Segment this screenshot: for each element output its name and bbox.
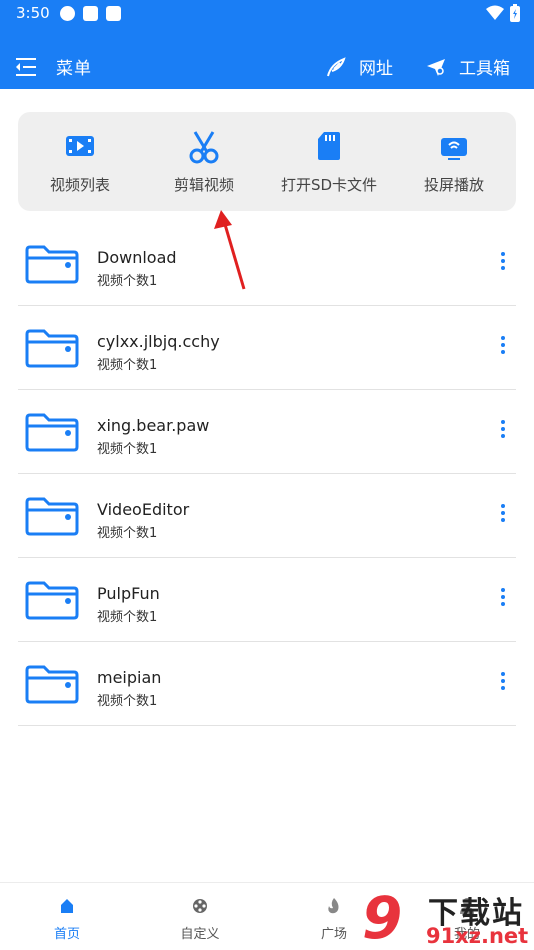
menu-collapse-icon xyxy=(16,57,36,76)
toolbox-button[interactable]: 工具箱 xyxy=(425,54,510,79)
list-item[interactable]: xing.bear.paw 视频个数1 xyxy=(18,390,516,474)
more-options-icon[interactable] xyxy=(496,336,510,358)
quick-action-cast[interactable]: 投屏播放 xyxy=(392,130,516,195)
quick-action-label: 打开SD卡文件 xyxy=(280,176,378,194)
toolbox-plane-icon xyxy=(427,58,445,76)
folder-icon xyxy=(25,497,79,536)
sd-card-icon xyxy=(318,132,340,160)
folder-name: xing.bear.paw xyxy=(97,416,210,435)
toolbox-label: 工具箱 xyxy=(459,59,510,79)
folder-list: Download 视频个数1 cylxx.jlbjq.cchy 视频个数1 xi… xyxy=(18,222,516,726)
home-icon xyxy=(61,899,73,913)
folder-icon xyxy=(25,665,79,704)
folder-count: 视频个数1 xyxy=(97,274,158,289)
folder-count: 视频个数1 xyxy=(97,358,158,373)
notification-a-icon xyxy=(83,6,98,21)
video-list-icon xyxy=(66,136,94,156)
folder-name: meipian xyxy=(97,668,162,687)
flame-icon xyxy=(328,898,339,914)
nav-item-custom[interactable]: 自定义 xyxy=(133,897,267,942)
url-feather-icon xyxy=(327,56,346,76)
notification-app-icon xyxy=(60,6,75,21)
folder-count: 视频个数1 xyxy=(97,442,158,457)
status-right-icons xyxy=(486,4,520,22)
more-options-icon[interactable] xyxy=(496,252,510,274)
more-options-icon[interactable] xyxy=(496,420,510,442)
menu-label: 菜单 xyxy=(56,59,92,79)
wifi-icon xyxy=(486,5,504,20)
quick-action-video-list[interactable]: 视频列表 xyxy=(18,130,142,195)
list-item[interactable]: Download 视频个数1 xyxy=(18,222,516,306)
top-bar: 3:50 菜单 网址 工具箱 xyxy=(0,0,534,89)
folder-icon xyxy=(25,329,79,368)
folder-icon xyxy=(25,245,79,284)
nav-item-home[interactable]: 首页 xyxy=(0,897,134,942)
status-time: 3:50 xyxy=(16,4,50,22)
list-item[interactable]: meipian 视频个数1 xyxy=(18,642,516,726)
nav-label: 首页 xyxy=(53,927,80,942)
more-options-icon[interactable] xyxy=(496,504,510,526)
watermark: 9 下载站 91xz.net xyxy=(362,884,534,950)
nav-label: 广场 xyxy=(320,927,347,942)
scissors-icon xyxy=(189,131,219,164)
watermark-logo: 9 xyxy=(362,884,403,950)
quick-action-open-sd-card[interactable]: 打开SD卡文件 xyxy=(267,130,391,195)
status-bar: 3:50 xyxy=(0,0,534,28)
folder-name: VideoEditor xyxy=(97,500,190,519)
folder-name: cylxx.jlbjq.cchy xyxy=(97,332,220,351)
url-button[interactable]: 网址 xyxy=(325,54,393,79)
nav-label: 自定义 xyxy=(180,927,220,942)
app-bar: 菜单 网址 工具箱 xyxy=(0,44,534,89)
battery-icon xyxy=(510,4,520,22)
more-options-icon[interactable] xyxy=(496,672,510,694)
folder-count: 视频个数1 xyxy=(97,526,158,541)
film-reel-icon xyxy=(193,899,207,913)
status-notification-icons xyxy=(60,6,121,21)
cast-screen-icon xyxy=(441,138,467,160)
annotation-arrow xyxy=(214,210,246,290)
folder-name: PulpFun xyxy=(97,584,160,603)
more-options-icon[interactable] xyxy=(496,588,510,610)
watermark-domain: 91xz.net xyxy=(426,924,529,948)
folder-icon xyxy=(25,581,79,620)
quick-action-edit-video[interactable]: 剪辑视频 xyxy=(142,130,266,195)
folder-count: 视频个数1 xyxy=(97,694,158,709)
folder-icon xyxy=(25,413,79,452)
notification-box-icon xyxy=(106,6,121,21)
quick-action-label: 剪辑视频 xyxy=(173,176,234,194)
quick-action-label: 视频列表 xyxy=(49,176,110,194)
menu-button[interactable]: 菜单 xyxy=(14,54,92,79)
url-label: 网址 xyxy=(359,59,393,79)
quick-actions-panel: 视频列表 剪辑视频 打开SD卡文件 投屏播放 xyxy=(18,112,516,211)
quick-action-label: 投屏播放 xyxy=(423,176,484,194)
folder-name: Download xyxy=(97,248,177,267)
list-item[interactable]: VideoEditor 视频个数1 xyxy=(18,474,516,558)
list-item[interactable]: PulpFun 视频个数1 xyxy=(18,558,516,642)
list-item[interactable]: cylxx.jlbjq.cchy 视频个数1 xyxy=(18,306,516,390)
folder-count: 视频个数1 xyxy=(97,610,158,625)
